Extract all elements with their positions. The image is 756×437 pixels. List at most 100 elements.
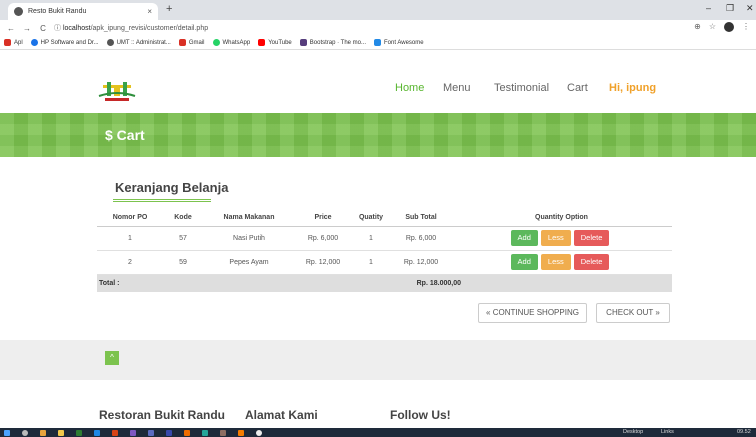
word-icon[interactable]: [94, 430, 100, 436]
windows-start-icon[interactable]: [4, 430, 10, 436]
col-subtotal: Sub Total: [391, 210, 451, 227]
delete-button[interactable]: Delete: [573, 254, 610, 270]
url-field[interactable]: ⓘ localhost/apk_ipung_revisi/customer/de…: [54, 23, 208, 33]
bookmark-star-icon[interactable]: ☆: [709, 22, 716, 32]
cell-nama: Pepes Ayam: [203, 250, 295, 275]
zoom-icon[interactable]: ⊕: [694, 22, 701, 32]
hp-icon: [30, 39, 38, 46]
nav-cart[interactable]: Cart: [567, 82, 588, 94]
fontawesome-icon: [374, 39, 382, 46]
col-price: Price: [295, 210, 351, 227]
cell-kode: 59: [163, 250, 203, 275]
nav-user-greeting[interactable]: Hi, ipung: [609, 82, 656, 94]
cart-heading: Keranjang Belanja: [115, 180, 229, 195]
taskbar-links-label[interactable]: Links: [661, 429, 674, 435]
cell-qty: 1: [351, 250, 391, 275]
cell-no: 1: [97, 226, 163, 251]
app-icon[interactable]: [220, 430, 226, 436]
add-button[interactable]: Add: [510, 254, 538, 270]
app-icon[interactable]: [256, 430, 262, 436]
cell-no: 2: [97, 250, 163, 275]
app-icon[interactable]: [166, 430, 172, 436]
cell-options: Add Less Delete: [451, 250, 672, 275]
cell-qty: 1: [351, 226, 391, 251]
bookmark-gmail[interactable]: Gmail: [178, 39, 205, 46]
back-icon[interactable]: ←: [6, 24, 16, 33]
col-nama-makanan: Nama Makanan: [203, 210, 295, 227]
forward-icon[interactable]: →: [22, 24, 32, 33]
add-button[interactable]: Add: [510, 230, 538, 246]
heading-underline: [113, 199, 211, 202]
bookmark-fontawesome[interactable]: Font Awesome: [374, 39, 424, 46]
app-icon[interactable]: [148, 430, 154, 436]
less-button[interactable]: Less: [540, 230, 571, 246]
scroll-top-icon[interactable]: ^: [105, 351, 119, 365]
total-label: Total :: [99, 279, 120, 287]
tab-close-icon[interactable]: ×: [147, 7, 152, 16]
table-row: 1 57 Nasi Putih Rp. 6,000 1 Rp. 6,000 Ad…: [97, 226, 672, 251]
total-value: Rp. 18.000,00: [416, 279, 461, 287]
app-icon[interactable]: [202, 430, 208, 436]
table-row: 2 59 Pepes Ayam Rp. 12,000 1 Rp. 12,000 …: [97, 250, 672, 275]
restaurant-logo[interactable]: [97, 79, 137, 103]
taskbar-desktop-label[interactable]: Desktop: [623, 429, 643, 435]
app-icon[interactable]: [238, 430, 244, 436]
bookmark-label: Font Awesome: [384, 39, 424, 46]
cell-nama: Nasi Putih: [203, 226, 295, 251]
app-icon[interactable]: [130, 430, 136, 436]
close-window-button[interactable]: ✕: [746, 3, 754, 14]
chrome-icon[interactable]: [40, 430, 46, 436]
cell-subtotal: Rp. 6,000: [391, 226, 451, 251]
restore-button[interactable]: ❐: [726, 3, 734, 14]
minimize-button[interactable]: –: [706, 3, 711, 13]
apps-grid-icon: [4, 39, 11, 46]
gmail-icon: [178, 39, 186, 46]
bookmark-label: Gmail: [188, 39, 205, 46]
cart-table: Nomor PO Kode Nama Makanan Price Quatity…: [97, 210, 672, 292]
cell-kode: 57: [163, 226, 203, 251]
bookmark-hp[interactable]: HP Software and Dr...: [30, 39, 99, 46]
address-bar-row: ← → C ⓘ localhost/apk_ipung_revisi/custo…: [0, 20, 756, 36]
bookmark-label: Bootstrap · The mo...: [309, 39, 367, 46]
page-banner: $ Cart: [0, 113, 756, 157]
cell-price: Rp. 6,000: [295, 226, 351, 251]
bookmark-youtube[interactable]: YouTube: [258, 39, 292, 46]
app-icon[interactable]: [184, 430, 190, 436]
url-path: /apk_ipung_revisi/customer/detail.php: [90, 25, 209, 32]
profile-avatar[interactable]: [724, 22, 734, 32]
cell-options: Add Less Delete: [451, 226, 672, 251]
site-info-icon[interactable]: ⓘ: [54, 25, 61, 32]
browser-menu-icon[interactable]: ⋮: [742, 22, 750, 32]
less-button[interactable]: Less: [540, 254, 571, 270]
globe-icon: [106, 39, 114, 46]
bookmark-label: UMT :: Administrat...: [116, 39, 171, 46]
nav-home[interactable]: Home: [395, 82, 424, 94]
search-icon[interactable]: [22, 430, 28, 436]
powerpoint-icon[interactable]: [112, 430, 118, 436]
folder-icon[interactable]: [58, 430, 64, 436]
col-nomor-po: Nomor PO: [97, 210, 163, 227]
footer-heading-restaurant: Restoran Bukit Randu: [99, 408, 226, 422]
new-tab-button[interactable]: +: [166, 3, 172, 15]
delete-button[interactable]: Delete: [573, 230, 610, 246]
excel-icon[interactable]: [76, 430, 82, 436]
page-title: $ Cart: [105, 127, 145, 143]
tab-favicon-icon: [14, 7, 23, 16]
footer-heading-address: Alamat Kami: [245, 408, 318, 422]
nav-menu[interactable]: Menu: [443, 82, 471, 94]
cell-price: Rp. 12,000: [295, 250, 351, 275]
bookmark-whatsapp[interactable]: WhatsApp: [212, 39, 250, 46]
browser-tab[interactable]: Resto Bukit Randu ×: [8, 3, 158, 20]
bookmark-label: YouTube: [268, 39, 292, 46]
browser-tab-bar: Resto Bukit Randu × + – ❐ ✕: [0, 0, 756, 20]
continue-shopping-button[interactable]: « CONTINUE SHOPPING: [478, 303, 587, 323]
checkout-button[interactable]: CHECK OUT »: [596, 303, 670, 323]
reload-icon[interactable]: C: [38, 24, 48, 33]
bookmark-apps[interactable]: Apl: [4, 39, 23, 46]
taskbar-clock: 09.52: [737, 429, 751, 435]
bookmark-umt[interactable]: UMT :: Administrat...: [106, 39, 171, 46]
bookmark-bootstrap[interactable]: Bootstrap · The mo...: [299, 39, 367, 46]
youtube-icon: [258, 39, 266, 46]
footer-heading-follow: Follow Us!: [390, 408, 451, 422]
nav-testimonial[interactable]: Testimonial: [494, 82, 549, 94]
